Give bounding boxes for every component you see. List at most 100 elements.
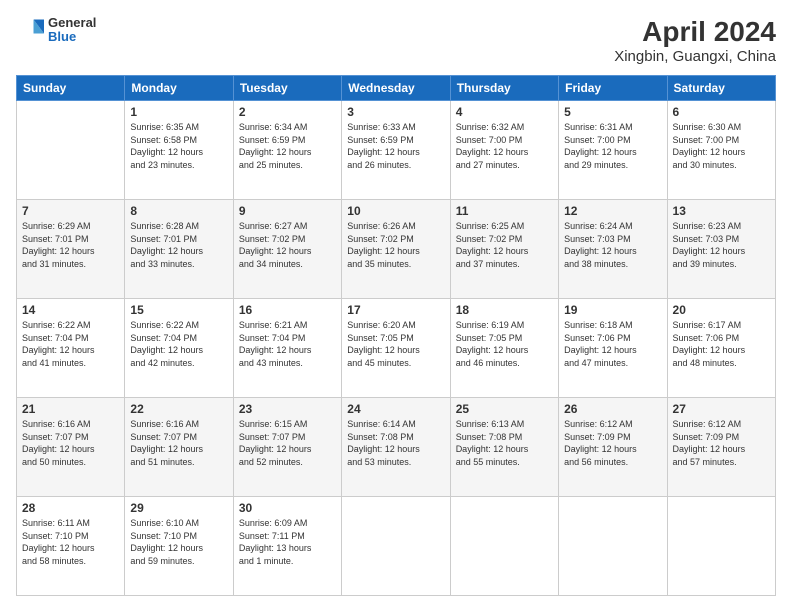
day-number: 14 — [22, 303, 119, 317]
calendar-cell: 19 Sunrise: 6:18 AM Sunset: 7:06 PM Dayli… — [559, 299, 667, 398]
weekday-header: Monday — [125, 76, 233, 101]
day-number: 10 — [347, 204, 444, 218]
day-number: 22 — [130, 402, 227, 416]
day-info: Sunrise: 6:34 AM Sunset: 6:59 PM Dayligh… — [239, 121, 336, 171]
day-info: Sunrise: 6:12 AM Sunset: 7:09 PM Dayligh… — [564, 418, 661, 468]
day-number: 4 — [456, 105, 553, 119]
day-number: 16 — [239, 303, 336, 317]
calendar-cell: 10 Sunrise: 6:26 AM Sunset: 7:02 PM Dayli… — [342, 200, 450, 299]
calendar-week-row: 1 Sunrise: 6:35 AM Sunset: 6:58 PM Daylig… — [17, 101, 776, 200]
day-number: 17 — [347, 303, 444, 317]
day-number: 15 — [130, 303, 227, 317]
day-info: Sunrise: 6:12 AM Sunset: 7:09 PM Dayligh… — [673, 418, 770, 468]
calendar-cell: 8Sunrise: 6:28 AM Sunset: 7:01 PM Daylig… — [125, 200, 233, 299]
day-info: Sunrise: 6:16 AM Sunset: 7:07 PM Dayligh… — [22, 418, 119, 468]
calendar-cell: 7 Sunrise: 6:29 AM Sunset: 7:01 PM Daylig… — [17, 200, 125, 299]
calendar-cell: 23 Sunrise: 6:15 AM Sunset: 7:07 PM Dayli… — [233, 398, 341, 497]
day-number: 13 — [673, 204, 770, 218]
logo-text: General Blue — [48, 16, 96, 45]
day-info: Sunrise: 6:30 AM Sunset: 7:00 PM Dayligh… — [673, 121, 770, 171]
day-number: 29 — [130, 501, 227, 515]
calendar-cell: 1 Sunrise: 6:35 AM Sunset: 6:58 PM Daylig… — [125, 101, 233, 200]
day-info: Sunrise: 6:26 AM Sunset: 7:02 PM Dayligh… — [347, 220, 444, 270]
day-info: Sunrise: 6:15 AM Sunset: 7:07 PM Dayligh… — [239, 418, 336, 468]
day-number: 7 — [22, 204, 119, 218]
day-info: Sunrise: 6:31 AM Sunset: 7:00 PM Dayligh… — [564, 121, 661, 171]
page-title: April 2024 — [614, 16, 776, 48]
day-info: Sunrise: 6:35 AM Sunset: 6:58 PM Dayligh… — [130, 121, 227, 171]
weekday-header: Thursday — [450, 76, 558, 101]
day-info: Sunrise: 6:24 AM Sunset: 7:03 PM Dayligh… — [564, 220, 661, 270]
day-info: Sunrise: 6:25 AM Sunset: 7:02 PM Dayligh… — [456, 220, 553, 270]
day-info: Sunrise: 6:22 AM Sunset: 7:04 PM Dayligh… — [22, 319, 119, 369]
day-number: 28 — [22, 501, 119, 515]
calendar-cell: 22 Sunrise: 6:16 AM Sunset: 7:07 PM Dayli… — [125, 398, 233, 497]
day-number: 1 — [130, 105, 227, 119]
day-info: Sunrise: 6:20 AM Sunset: 7:05 PM Dayligh… — [347, 319, 444, 369]
day-info: Sunrise: 6:19 AM Sunset: 7:05 PM Dayligh… — [456, 319, 553, 369]
logo-blue: Blue — [48, 30, 96, 44]
day-info: Sunrise: 6:18 AM Sunset: 7:06 PM Dayligh… — [564, 319, 661, 369]
day-info: Sunrise: 6:21 AM Sunset: 7:04 PM Dayligh… — [239, 319, 336, 369]
day-number: 21 — [22, 402, 119, 416]
calendar-cell: 14 Sunrise: 6:22 AM Sunset: 7:04 PM Dayli… — [17, 299, 125, 398]
logo-icon — [16, 16, 44, 44]
day-info: Sunrise: 6:33 AM Sunset: 6:59 PM Dayligh… — [347, 121, 444, 171]
calendar-week-row: 14 Sunrise: 6:22 AM Sunset: 7:04 PM Dayli… — [17, 299, 776, 398]
day-info: Sunrise: 6:29 AM Sunset: 7:01 PM Dayligh… — [22, 220, 119, 270]
calendar-cell: 16 Sunrise: 6:21 AM Sunset: 7:04 PM Dayli… — [233, 299, 341, 398]
calendar-week-row: 7 Sunrise: 6:29 AM Sunset: 7:01 PM Daylig… — [17, 200, 776, 299]
weekday-header: Friday — [559, 76, 667, 101]
calendar-cell: 29Sunrise: 6:10 AM Sunset: 7:10 PM Dayli… — [125, 497, 233, 596]
page: General Blue April 2024 Xingbin, Guangxi… — [0, 0, 792, 612]
day-number: 6 — [673, 105, 770, 119]
day-number: 19 — [564, 303, 661, 317]
calendar-cell — [559, 497, 667, 596]
logo: General Blue — [16, 16, 96, 45]
calendar-cell: 27 Sunrise: 6:12 AM Sunset: 7:09 PM Dayli… — [667, 398, 775, 497]
day-number: 23 — [239, 402, 336, 416]
day-number: 25 — [456, 402, 553, 416]
weekday-header: Saturday — [667, 76, 775, 101]
calendar-cell: 18 Sunrise: 6:19 AM Sunset: 7:05 PM Dayli… — [450, 299, 558, 398]
calendar-cell — [17, 101, 125, 200]
calendar-cell — [450, 497, 558, 596]
calendar-cell: 11Sunrise: 6:25 AM Sunset: 7:02 PM Dayli… — [450, 200, 558, 299]
title-block: April 2024 Xingbin, Guangxi, China — [614, 16, 776, 65]
day-info: Sunrise: 6:28 AM Sunset: 7:01 PM Dayligh… — [130, 220, 227, 270]
day-number: 5 — [564, 105, 661, 119]
calendar-table: SundayMondayTuesdayWednesdayThursdayFrid… — [16, 75, 776, 596]
day-number: 9 — [239, 204, 336, 218]
day-info: Sunrise: 6:32 AM Sunset: 7:00 PM Dayligh… — [456, 121, 553, 171]
day-number: 18 — [456, 303, 553, 317]
day-number: 30 — [239, 501, 336, 515]
calendar-cell: 21 Sunrise: 6:16 AM Sunset: 7:07 PM Dayli… — [17, 398, 125, 497]
page-subtitle: Xingbin, Guangxi, China — [614, 48, 776, 65]
calendar-week-row: 21 Sunrise: 6:16 AM Sunset: 7:07 PM Dayli… — [17, 398, 776, 497]
day-number: 20 — [673, 303, 770, 317]
calendar-cell: 13Sunrise: 6:23 AM Sunset: 7:03 PM Dayli… — [667, 200, 775, 299]
day-info: Sunrise: 6:11 AM Sunset: 7:10 PM Dayligh… — [22, 517, 119, 567]
calendar-cell: 30Sunrise: 6:09 AM Sunset: 7:11 PM Dayli… — [233, 497, 341, 596]
day-number: 12 — [564, 204, 661, 218]
logo-general: General — [48, 16, 96, 30]
day-info: Sunrise: 6:16 AM Sunset: 7:07 PM Dayligh… — [130, 418, 227, 468]
day-info: Sunrise: 6:13 AM Sunset: 7:08 PM Dayligh… — [456, 418, 553, 468]
calendar-week-row: 28 Sunrise: 6:11 AM Sunset: 7:10 PM Dayli… — [17, 497, 776, 596]
calendar-cell: 3Sunrise: 6:33 AM Sunset: 6:59 PM Daylig… — [342, 101, 450, 200]
weekday-header: Wednesday — [342, 76, 450, 101]
calendar-cell — [667, 497, 775, 596]
weekday-header: Tuesday — [233, 76, 341, 101]
day-info: Sunrise: 6:27 AM Sunset: 7:02 PM Dayligh… — [239, 220, 336, 270]
day-number: 26 — [564, 402, 661, 416]
calendar-cell: 17 Sunrise: 6:20 AM Sunset: 7:05 PM Dayli… — [342, 299, 450, 398]
calendar-cell — [342, 497, 450, 596]
day-info: Sunrise: 6:22 AM Sunset: 7:04 PM Dayligh… — [130, 319, 227, 369]
day-number: 2 — [239, 105, 336, 119]
day-info: Sunrise: 6:14 AM Sunset: 7:08 PM Dayligh… — [347, 418, 444, 468]
calendar-header-row: SundayMondayTuesdayWednesdayThursdayFrid… — [17, 76, 776, 101]
calendar-cell: 12 Sunrise: 6:24 AM Sunset: 7:03 PM Dayli… — [559, 200, 667, 299]
day-number: 27 — [673, 402, 770, 416]
header: General Blue April 2024 Xingbin, Guangxi… — [16, 16, 776, 65]
calendar-cell: 9 Sunrise: 6:27 AM Sunset: 7:02 PM Daylig… — [233, 200, 341, 299]
